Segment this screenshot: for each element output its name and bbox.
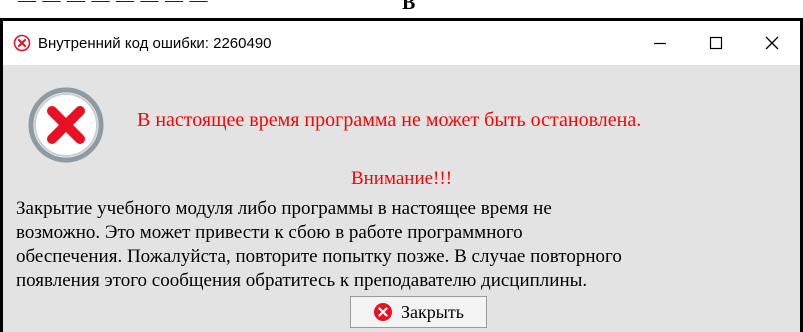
error-message-main: В настоящее время программа не может быт… (137, 109, 642, 131)
maximize-button[interactable] (688, 21, 744, 65)
dialog-content: В настоящее время программа не может быт… (3, 65, 800, 332)
error-icon (28, 87, 104, 163)
body-line: Закрытие учебного модуля либо программы … (16, 198, 552, 219)
minimize-icon (654, 42, 666, 45)
body-line: возможно. Это может привести к сбою в ра… (16, 222, 523, 243)
window-controls (632, 21, 800, 65)
titlebar[interactable]: Внутренний код ошибки: 2260490 (3, 21, 800, 65)
body-line: обеспечения. Пожалуйста, повторите попыт… (16, 246, 622, 267)
close-button-label: Закрыть (401, 301, 464, 322)
background-partial-letter: B (402, 0, 416, 14)
error-icon (13, 34, 31, 52)
close-button[interactable]: Закрыть (350, 296, 487, 328)
error-dialog: Внутренний код ошибки: 2260490 В настоящ… (0, 18, 803, 332)
background-partial-text: — — — — — — — — (18, 0, 209, 10)
window-title: Внутренний код ошибки: 2260490 (38, 34, 272, 52)
error-message-body: Закрытие учебного модуля либо программы … (16, 197, 803, 293)
close-window-button[interactable] (744, 21, 800, 65)
body-line: появления этого сообщения обратитесь к п… (16, 270, 588, 291)
close-icon (765, 36, 779, 50)
attention-label: Внимание!!! (350, 168, 453, 189)
maximize-icon (709, 36, 723, 50)
minimize-button[interactable] (632, 21, 688, 65)
error-icon (374, 303, 393, 321)
